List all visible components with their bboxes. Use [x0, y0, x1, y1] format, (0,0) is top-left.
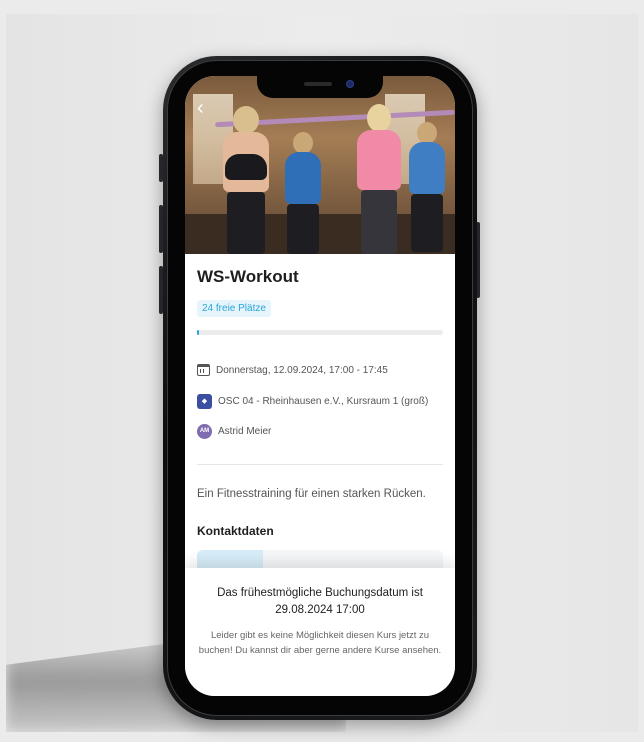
back-button[interactable]: ‹: [197, 98, 204, 118]
course-location-row[interactable]: ◆ OSC 04 - Rheinhausen e.V., Kursraum 1 …: [197, 394, 428, 409]
speaker-grille: [304, 82, 332, 86]
booking-notice-sheet: Das frühestmögliche Buchungsdatum ist 29…: [185, 568, 455, 696]
front-camera: [346, 80, 354, 88]
trainer-name: Astrid Meier: [218, 426, 272, 437]
capacity-progress-bar: [197, 330, 443, 335]
app-screen: ‹ WS-Workout 24 freie Plätze Donnerstag,…: [185, 76, 455, 696]
chevron-left-icon: ‹: [197, 97, 204, 119]
capacity-progress-fill: [197, 330, 200, 335]
notch: [257, 76, 383, 98]
course-description: Ein Fitnesstraining für einen starken Rü…: [197, 488, 426, 500]
course-trainer-row[interactable]: AM Astrid Meier: [197, 424, 271, 439]
contact-heading: Kontaktdaten: [197, 524, 274, 538]
club-logo-icon: ◆: [197, 394, 212, 409]
calendar-icon: [197, 364, 210, 376]
course-title: WS-Workout: [197, 267, 299, 286]
trainer-avatar: AM: [197, 424, 212, 439]
free-spots-badge: 24 freie Plätze: [197, 300, 271, 317]
course-datetime: Donnerstag, 12.09.2024, 17:00 - 17:45: [216, 364, 388, 376]
booking-notice-text: Leider gibt es keine Möglichkeit diesen …: [198, 630, 442, 656]
divider: [197, 464, 443, 465]
course-location: OSC 04 - Rheinhausen e.V., Kursraum 1 (g…: [218, 396, 429, 407]
course-date-row: Donnerstag, 12.09.2024, 17:00 - 17:45: [197, 364, 388, 376]
booking-notice-title: Das frühestmögliche Buchungsdatum ist 29…: [217, 587, 423, 616]
course-hero-image: [185, 76, 455, 254]
